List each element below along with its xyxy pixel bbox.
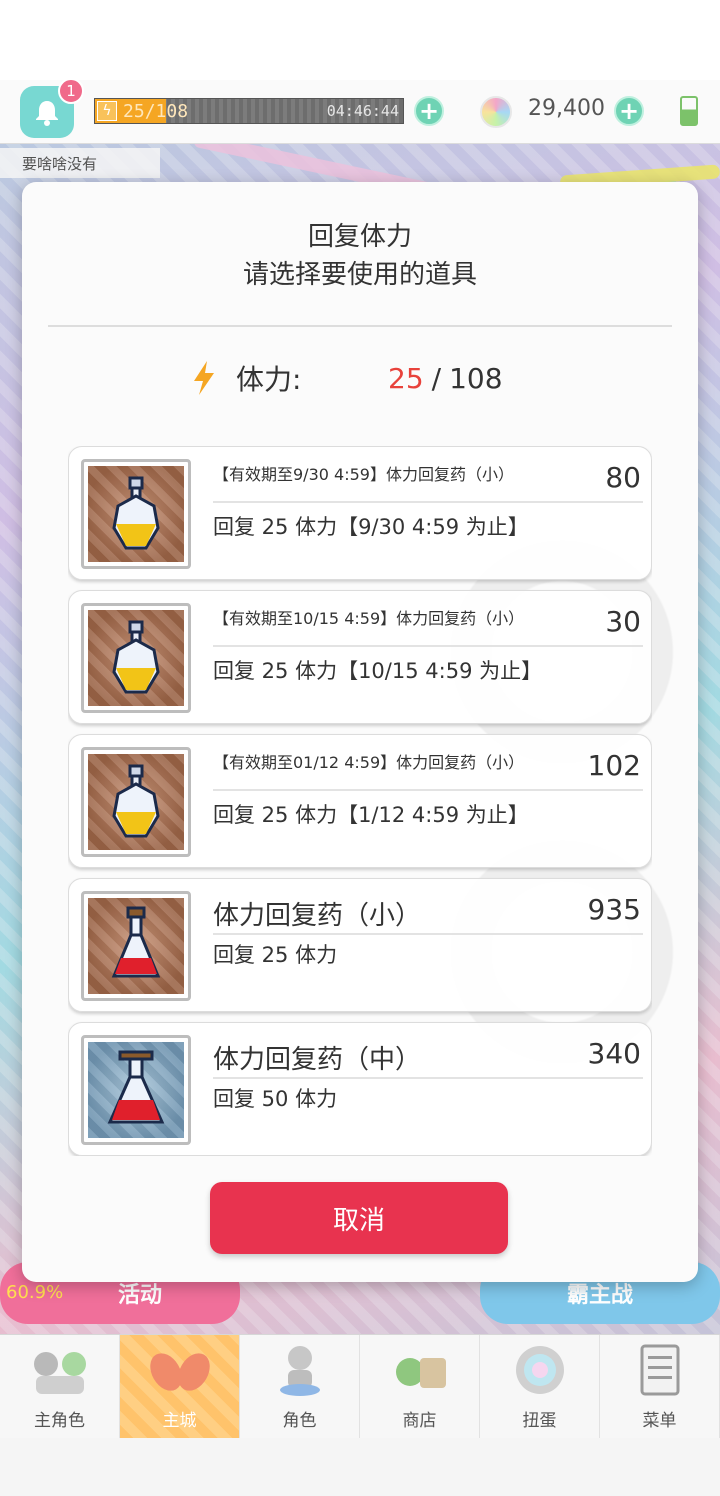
add-gems-button[interactable]: +	[614, 96, 644, 126]
nav-item-main-city[interactable]: 主城	[120, 1335, 240, 1439]
nav-item-characters[interactable]: 角色	[240, 1335, 360, 1439]
item-name: 体力回复药（小）	[213, 901, 422, 931]
item-description: 回复 50 体力	[213, 1087, 338, 1111]
gem-icon	[480, 96, 512, 128]
dialog-subtitle: 请选择要使用的道具	[242, 260, 477, 290]
character-icon	[268, 1342, 332, 1398]
item-card[interactable]: 【有效期至10/15 4:59】体力回复药（小） 30 回复 25 体力【10/…	[68, 590, 652, 724]
item-name: 体力回复药（中）	[213, 1045, 422, 1075]
yellow-potion-icon	[112, 620, 160, 694]
menu-icon	[628, 1342, 692, 1398]
lightning-icon	[192, 358, 220, 398]
item-thumbnail	[81, 1035, 191, 1145]
nav-item-gacha[interactable]: 扭蛋	[480, 1335, 600, 1439]
stamina-bar: ϟ 25/108 04:46:44	[94, 98, 404, 124]
stamina-summary: 体力: 25 / 108	[192, 354, 503, 402]
item-divider	[213, 789, 643, 791]
nav-label: 扭蛋	[522, 1411, 557, 1431]
item-count: 80	[605, 461, 641, 494]
system-navigation-bar	[0, 1438, 720, 1496]
stamina-max: 108	[449, 361, 503, 395]
notification-badge: 1	[58, 78, 84, 104]
item-list[interactable]: 【有效期至9/30 4:59】体力回复药（小） 80 回复 25 体力【9/30…	[68, 446, 652, 1156]
castle-icon	[148, 1342, 212, 1398]
stamina-timer: 04:46:44	[326, 102, 399, 120]
red-potion-icon	[111, 906, 161, 978]
notification-button[interactable]: 1	[20, 78, 84, 138]
item-card[interactable]: 【有效期至01/12 4:59】体力回复药（小） 102 回复 25 体力【1/…	[68, 734, 652, 868]
plus-icon: +	[618, 97, 640, 125]
add-stamina-button[interactable]: +	[414, 96, 444, 126]
yellow-potion-icon	[112, 764, 160, 838]
dialog-title: 回复体力	[307, 222, 412, 252]
item-thumbnail	[81, 459, 191, 569]
item-count: 30	[605, 605, 641, 638]
item-divider	[213, 645, 643, 647]
nav-item-shop[interactable]: 商店	[360, 1335, 480, 1439]
event-progress: 60.9%	[6, 1282, 64, 1303]
item-description: 回复 25 体力	[213, 943, 338, 967]
stamina-current: 25	[388, 361, 424, 395]
item-thumbnail	[81, 603, 191, 713]
stamina-recovery-dialog: 回复体力 请选择要使用的道具 体力: 25 / 108 【有效期至9/30 4:…	[22, 182, 698, 1282]
item-name: 【有效期至9/30 4:59】体力回复药（小）	[213, 465, 514, 484]
cancel-button[interactable]: 取消	[210, 1182, 508, 1254]
battery-icon	[680, 96, 698, 126]
nav-item-menu[interactable]: 菜单	[600, 1335, 720, 1439]
divider	[48, 325, 672, 327]
item-thumbnail	[81, 747, 191, 857]
top-resource-bar: 1 ϟ 25/108 04:46:44 + 29,400 +	[0, 78, 720, 144]
item-card[interactable]: 【有效期至9/30 4:59】体力回复药（小） 80 回复 25 体力【9/30…	[68, 446, 652, 580]
nav-label: 角色	[282, 1411, 317, 1431]
item-description: 回复 25 体力【9/30 4:59 为止】	[213, 515, 529, 539]
item-divider	[213, 1077, 643, 1079]
item-count: 102	[587, 749, 641, 782]
shop-icon	[388, 1342, 452, 1398]
item-thumbnail	[81, 891, 191, 1001]
nav-label: 商店	[402, 1411, 437, 1431]
stamina-label: 体力:	[236, 363, 302, 396]
bell-icon	[36, 101, 58, 126]
hero-group-icon	[28, 1342, 92, 1398]
item-count: 935	[587, 893, 641, 926]
nav-item-main-character[interactable]: 主角色	[0, 1335, 120, 1439]
item-count: 340	[587, 1037, 641, 1070]
stamina-readout: 25/108	[123, 101, 189, 122]
nav-label: 主城	[162, 1411, 197, 1431]
nav-label: 主角色	[34, 1411, 85, 1431]
item-description: 回复 25 体力【10/15 4:59 为止】	[213, 659, 543, 683]
item-name: 【有效期至10/15 4:59】体力回复药（小）	[213, 609, 525, 628]
item-name: 【有效期至01/12 4:59】体力回复药（小）	[213, 753, 525, 772]
lightning-icon: ϟ	[97, 101, 117, 121]
item-description: 回复 25 体力【1/12 4:59 为止】	[213, 803, 529, 827]
yellow-potion-icon	[112, 476, 160, 550]
stamina-separator: /	[431, 361, 442, 395]
gacha-icon	[508, 1342, 572, 1398]
plus-icon: +	[418, 97, 440, 125]
item-divider	[213, 501, 643, 503]
item-divider	[213, 933, 643, 935]
nav-label: 菜单	[642, 1411, 677, 1431]
item-card[interactable]: 体力回复药（小） 935 回复 25 体力	[68, 878, 652, 1012]
gem-count: 29,400	[528, 96, 605, 121]
red-potion-large-icon	[107, 1050, 165, 1124]
bottom-nav: 主角色 主城 角色 商店 扭蛋 菜单	[0, 1334, 720, 1439]
status-bar	[0, 0, 720, 80]
item-card[interactable]: 体力回复药（中） 340 回复 50 体力	[68, 1022, 652, 1156]
